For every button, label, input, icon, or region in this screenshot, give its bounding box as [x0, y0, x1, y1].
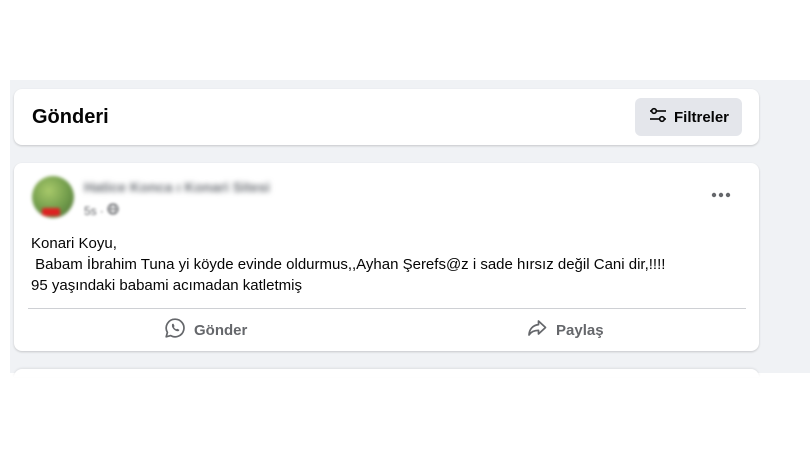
- post-body-text: Konari Koyu, Babam İbrahim Tuna yi köyde…: [31, 235, 666, 294]
- share-button[interactable]: Paylaş: [526, 315, 604, 345]
- globe-icon: [107, 203, 119, 218]
- post-more-options-button[interactable]: [708, 185, 734, 203]
- more-dots-icon: [711, 185, 731, 203]
- whatsapp-icon: [164, 317, 186, 343]
- section-header-card: Gönderi Filtreler: [14, 89, 759, 145]
- page-title: Gönderi: [32, 106, 109, 128]
- share-arrow-icon: [526, 317, 548, 343]
- actions-divider: [28, 308, 746, 309]
- share-button-label: Paylaş: [556, 321, 604, 339]
- filters-button[interactable]: Filtreler: [635, 98, 742, 136]
- avatar[interactable]: [32, 176, 74, 218]
- sliders-icon: [648, 107, 668, 127]
- next-post-card-edge: [14, 369, 759, 377]
- post-card: Hatice Konca ı Konari Sitesi 5s · Konari…: [14, 163, 759, 351]
- post-meta: 5s ·: [84, 203, 119, 218]
- post-timestamp[interactable]: 5s: [84, 204, 97, 218]
- meta-separator: ·: [99, 203, 104, 218]
- filters-button-label: Filtreler: [673, 108, 730, 126]
- avatar-flag-badge: [42, 208, 60, 216]
- send-button[interactable]: Gönder: [164, 315, 247, 345]
- send-button-label: Gönder: [194, 321, 248, 339]
- post-author-name[interactable]: Hatice Konca ı Konari Sitesi: [84, 179, 270, 195]
